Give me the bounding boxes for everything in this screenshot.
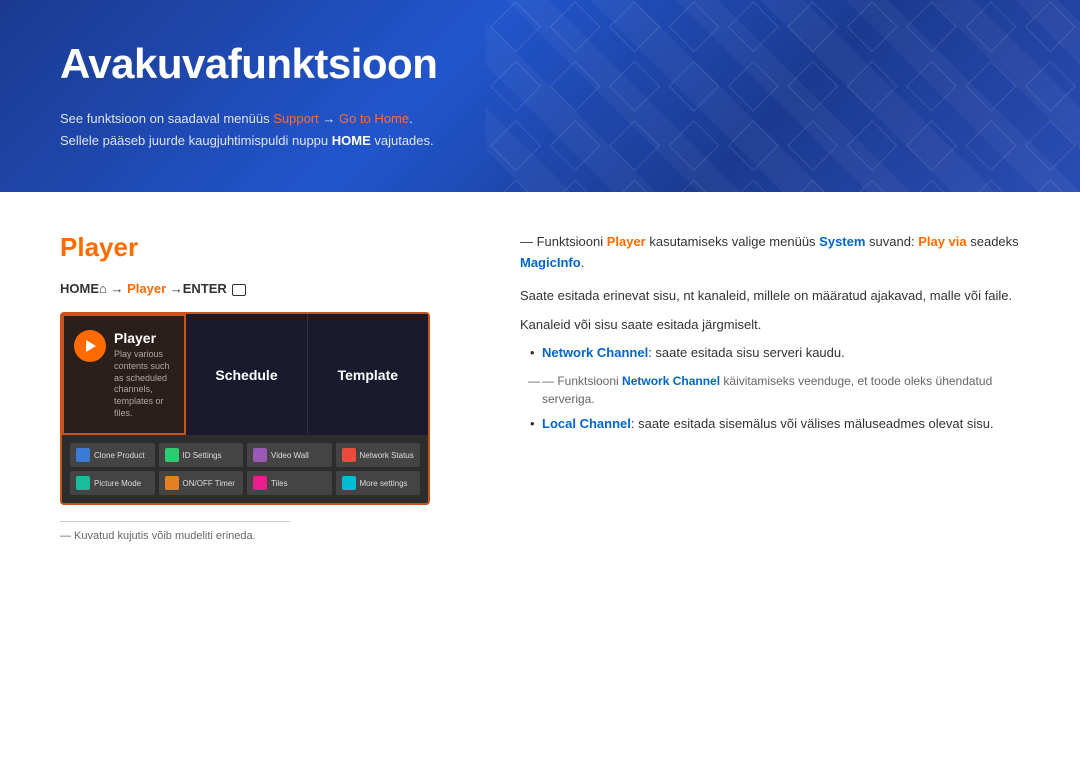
subtitle-line2-pre: Sellele pääseb juurde kaugjuhtimispuldi … [60,133,332,148]
on-off-timer-label: ON/OFF Timer [183,479,235,488]
right-column: ― Funktsiooni Player kasutamiseks valige… [520,232,1020,542]
grid-item-tiles[interactable]: Tiles [247,471,332,495]
intro-magicinfo: MagicInfo [520,255,581,270]
grid-item-video-wall[interactable]: Video Wall [247,443,332,467]
player-menu: Player Play various contents such as sch… [62,314,428,435]
network-channel-label: Network Channel [542,345,648,360]
network-status-icon [342,448,356,462]
intro-system: System [819,234,865,249]
intro-play-via: Play via [918,234,966,249]
header-subtitle: See funktsioon on saadaval menüüs Suppor… [60,108,1020,152]
home-bold: HOME [332,133,371,148]
footnote: ― Kuvatud kujutis võib mudeliti erineda. [60,521,290,542]
intro-pre: ― Funktsiooni [520,234,607,249]
sub-note-pre: ― Funktsiooni [542,374,622,388]
support-link: Support [273,111,319,126]
player-label: Player [114,330,174,346]
section-title: Player [60,232,460,263]
local-channel-rest: : saate esitada sisemälus või välises mä… [631,416,994,431]
clone-product-icon [76,448,90,462]
id-settings-icon [165,448,179,462]
breadcrumb: HOME⌂ → Player →ENTER [60,281,460,296]
intro-end: . [581,255,585,270]
id-settings-label: ID Settings [183,451,222,460]
sub-note-bold: Network Channel [622,374,720,388]
subtitle-line1-pre: See funktsioon on saadaval menüüs [60,111,273,126]
grid-item-network-status[interactable]: Network Status [336,443,421,467]
subtitle-line2-post: vajutades. [371,133,434,148]
breadcrumb-arrow2: → [166,281,183,296]
schedule-label: Schedule [196,367,296,383]
breadcrumb-enter: ENTER [183,281,227,296]
subtitle-line1-post: . [409,111,413,126]
player-screenshot: Player Play various contents such as sch… [60,312,430,505]
main-content: Player HOME⌂ → Player →ENTER Player Play [0,192,1080,582]
enter-icon [232,284,246,296]
header-banner: Avakuvafunktsioon See funktsioon on saad… [0,0,1080,192]
player-menu-item-template[interactable]: Template [308,314,428,435]
bullet-item-local-channel: Local Channel: saate esitada sisemälus v… [530,414,1020,435]
bullet-list: Network Channel: saate esitada sisu serv… [520,343,1020,364]
diamond-pattern [486,0,1080,192]
player-menu-item-schedule[interactable]: Schedule [186,314,307,435]
intro-mid3: seadeks [967,234,1019,249]
video-wall-label: Video Wall [271,451,309,460]
intro-mid2: suvand: [865,234,918,249]
player-icon [74,330,106,362]
body-text-2: Kanaleid või sisu saate esitada järgmise… [520,315,1020,336]
breadcrumb-player: Player [127,281,166,296]
player-menu-item-player[interactable]: Player Play various contents such as sch… [62,314,186,435]
network-status-label: Network Status [360,451,414,460]
grid-item-on-off-timer[interactable]: ON/OFF Timer [159,471,244,495]
grid-item-picture-mode[interactable]: Picture Mode [70,471,155,495]
video-wall-icon [253,448,267,462]
bottom-grid: Clone Product ID Settings Video Wall Net… [62,435,428,503]
bullet-list-2: Local Channel: saate esitada sisemälus v… [520,414,1020,435]
intro-mid1: kasutamiseks valige menüüs [646,234,819,249]
on-off-timer-icon [165,476,179,490]
tiles-icon [253,476,267,490]
page-title: Avakuvafunktsioon [60,40,1020,88]
left-column: Player HOME⌂ → Player →ENTER Player Play [60,232,460,542]
clone-product-label: Clone Product [94,451,145,460]
subtitle-arrow: → [319,111,339,126]
player-desc: Play various contents such as scheduled … [114,349,174,419]
network-channel-rest: : saate esitada sisu serveri kaudu. [648,345,845,360]
breadcrumb-home: HOME [60,281,99,296]
breadcrumb-arrow1: → [107,281,127,296]
intro-paragraph: ― Funktsiooni Player kasutamiseks valige… [520,232,1020,274]
tiles-label: Tiles [271,479,288,488]
local-channel-label: Local Channel [542,416,631,431]
picture-mode-icon [76,476,90,490]
more-settings-label: More settings [360,479,408,488]
bullet-item-network-channel: Network Channel: saate esitada sisu serv… [530,343,1020,364]
sub-note: ― Funktsiooni Network Channel käivitamis… [520,372,1020,408]
grid-item-id-settings[interactable]: ID Settings [159,443,244,467]
grid-item-more-settings[interactable]: More settings [336,471,421,495]
more-settings-icon [342,476,356,490]
body-text-1: Saate esitada erinevat sisu, nt kanaleid… [520,286,1020,307]
grid-item-clone-product[interactable]: Clone Product [70,443,155,467]
go-to-home-link: Go to Home [339,111,409,126]
picture-mode-label: Picture Mode [94,479,141,488]
intro-player: Player [607,234,646,249]
template-label: Template [318,367,418,383]
